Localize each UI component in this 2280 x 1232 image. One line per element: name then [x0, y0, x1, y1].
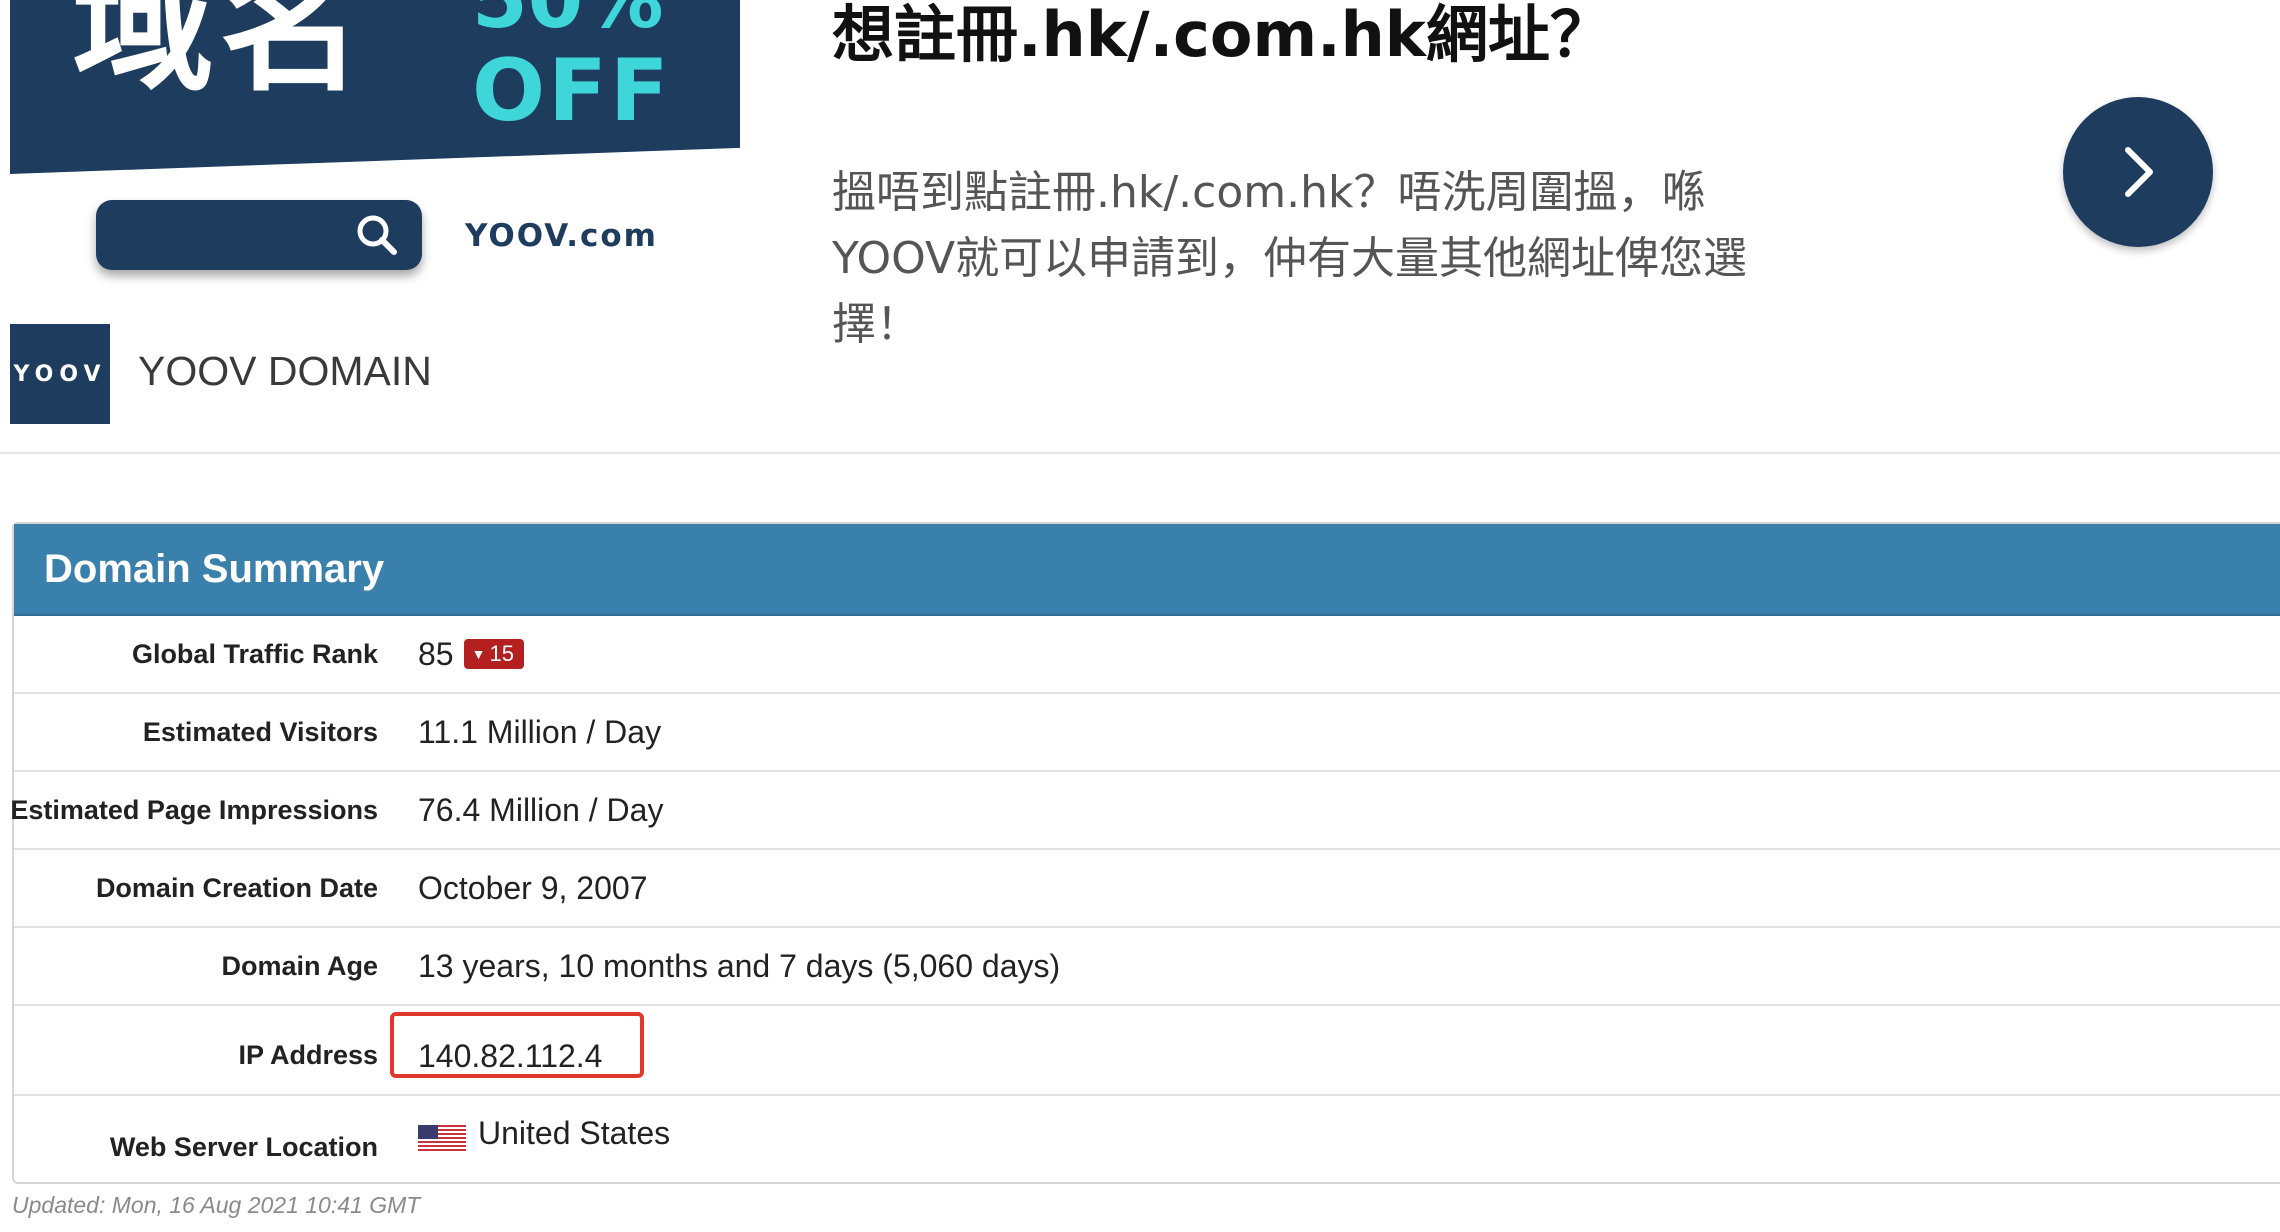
row-value: October 9, 2007 [418, 869, 648, 906]
row-label: Estimated Visitors [142, 716, 378, 747]
summary-row-ip-address: IP Address 140.82.112.4 [14, 1006, 2280, 1096]
traffic-rank-value: 85 [418, 635, 454, 672]
ad-off-text: OFF [472, 41, 672, 141]
row-value: 76.4 Million / Day [418, 791, 664, 828]
row-label: Domain Creation Date [95, 872, 378, 903]
row-label: Global Traffic Rank [131, 638, 378, 669]
ad-image[interactable]: 域名 50% OFF YOOV.com [10, 0, 740, 300]
row-value: 85 ▼ 15 [418, 616, 524, 692]
row-value: 11.1 Million / Day [418, 713, 662, 750]
summary-row-global-traffic-rank: Global Traffic Rank 85 ▼ 15 [14, 616, 2280, 694]
summary-row-domain-age: Domain Age 13 years, 10 months and 7 day… [14, 928, 2280, 1006]
row-label: Domain Age [221, 950, 378, 981]
ip-address-value: 140.82.112.4 [418, 1037, 603, 1074]
panel-title: Domain Summary [44, 546, 385, 591]
ad-description: 搵唔到點註冊.hk/.com.hk？唔洗周圍搵，喺YOOV就可以申請到，仲有大量… [832, 167, 1748, 350]
summary-row-estimated-visitors: Estimated Visitors 11.1 Million / Day [14, 694, 2280, 772]
row-value: United States [418, 1090, 670, 1176]
chevron-right-icon [2125, 147, 2153, 197]
ad-headline[interactable]: 想註冊.hk/.com.hk網址？ [832, 0, 1612, 70]
ad-banner[interactable]: 域名 50% OFF YOOV.com YOOV YOOV DOMAIN 想註冊… [0, 0, 2280, 454]
advertiser-name[interactable]: YOOV DOMAIN [138, 348, 432, 395]
caret-down-icon: ▼ [471, 646, 486, 662]
row-value: 13 years, 10 months and 7 days (5,060 da… [418, 947, 1061, 984]
ad-image-background: 域名 50% OFF [10, 0, 740, 174]
panel-header: Domain Summary [14, 524, 2280, 616]
summary-row-domain-creation-date: Domain Creation Date October 9, 2007 [14, 850, 2280, 928]
ad-open-button[interactable] [2063, 97, 2213, 247]
ad-percent-text: 50% [472, 0, 663, 40]
summary-row-estimated-page-impressions: Estimated Page Impressions 76.4 Million … [10, 772, 2280, 850]
us-flag-icon [418, 1125, 466, 1151]
domain-summary-panel: Domain Summary Global Traffic Rank 85 ▼ … [10, 522, 2280, 1184]
rank-change-badge: ▼ 15 [463, 639, 524, 669]
ad-search-bar-graphic [96, 200, 422, 270]
summary-row-web-server-location: Web Server Location United States [14, 1096, 2280, 1182]
advertiser-logo-text: YOOV [13, 361, 107, 387]
advertiser-logo[interactable]: YOOV [10, 324, 110, 424]
row-label: Estimated Page Impressions [10, 794, 378, 825]
rank-change-value: 15 [489, 641, 514, 666]
search-icon [357, 215, 397, 255]
row-label: IP Address [238, 1039, 378, 1070]
row-label: Web Server Location [109, 1131, 378, 1162]
ad-big-text: 域名 [72, 0, 368, 111]
updated-timestamp: Updated: Mon, 16 Aug 2021 10:41 GMT [12, 1192, 421, 1218]
location-value: United States [478, 1114, 671, 1151]
ad-site-text: YOOV.com [465, 218, 658, 254]
